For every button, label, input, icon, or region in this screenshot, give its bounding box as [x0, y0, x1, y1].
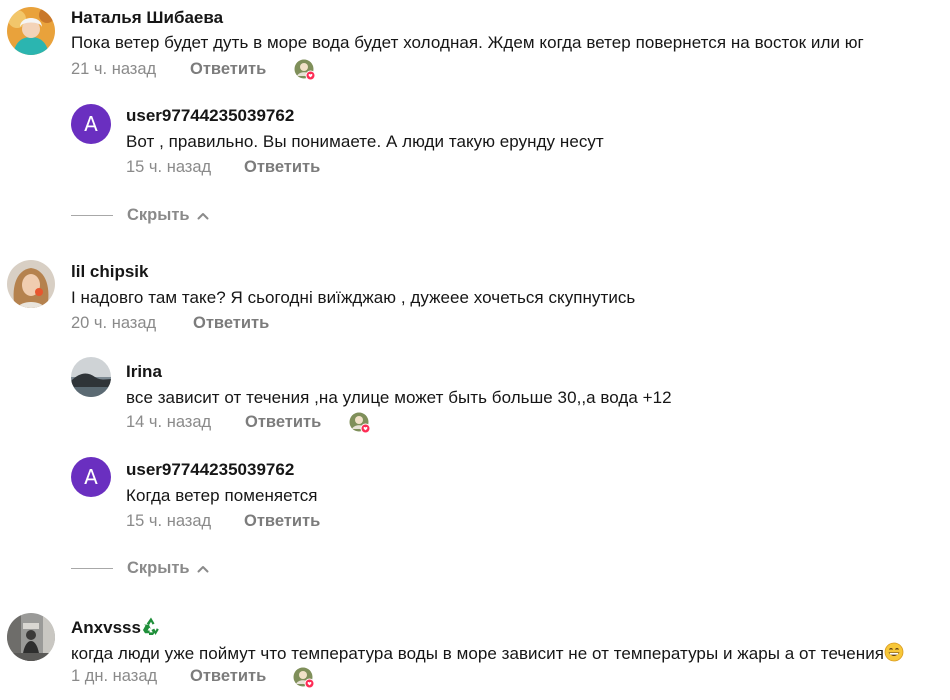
- reply-text: Вот , правильно. Вы понимаете. А люди та…: [126, 132, 604, 151]
- avatar[interactable]: [7, 7, 55, 55]
- reply-button[interactable]: Ответить: [193, 314, 269, 333]
- liked-by-author-icon: [294, 59, 316, 81]
- reply-button[interactable]: Ответить: [244, 158, 320, 177]
- avatar[interactable]: [71, 357, 111, 397]
- author-name: Anxvsss: [71, 618, 141, 637]
- recycle-emoji-icon: [142, 617, 159, 635]
- divider: [71, 568, 113, 569]
- comment-timestamp: 1 дн. назад: [71, 667, 158, 685]
- avatar-letter[interactable]: A: [71, 457, 111, 497]
- comment-author[interactable]: Anxvsss: [71, 616, 161, 638]
- comment-author[interactable]: lil chipsik: [71, 262, 148, 282]
- reply-button[interactable]: Ответить: [245, 413, 321, 432]
- reply-timestamp: 15 ч. назад: [126, 512, 212, 530]
- reply-timestamp: 15 ч. назад: [126, 158, 212, 176]
- avatar[interactable]: [7, 260, 55, 308]
- reply-text: все зависит от течения ,на улице может б…: [126, 388, 672, 407]
- reply-button[interactable]: Ответить: [190, 60, 266, 79]
- reply-author[interactable]: Irina: [126, 362, 162, 382]
- avatar-letter[interactable]: A: [71, 104, 111, 144]
- chevron-up-icon: [197, 565, 209, 572]
- chevron-up-icon: [197, 212, 209, 219]
- reply-timestamp: 14 ч. назад: [126, 413, 212, 431]
- comment-text: Пока ветер будет дуть в море вода будет …: [71, 33, 864, 52]
- reply-button[interactable]: Ответить: [190, 667, 266, 686]
- divider: [71, 215, 113, 216]
- comment-timestamp: 20 ч. назад: [71, 314, 157, 332]
- grinning-face-emoji-icon: [884, 642, 904, 662]
- reply-author[interactable]: user97744235039762: [126, 106, 294, 126]
- reply-author[interactable]: user97744235039762: [126, 460, 294, 480]
- comment-text: когда люди уже поймут что температура во…: [71, 642, 904, 664]
- hide-label: Скрыть: [127, 559, 190, 577]
- comment-timestamp: 21 ч. назад: [71, 60, 157, 78]
- liked-by-author-icon: [293, 667, 315, 689]
- comment-author[interactable]: Наталья Шибаева: [71, 8, 223, 28]
- avatar[interactable]: [7, 613, 55, 661]
- comment-text: І надовго там таке? Я сьогодні виїжджаю …: [71, 288, 636, 307]
- hide-label: Скрыть: [127, 206, 190, 224]
- comment-text-body: когда люди уже поймут что температура во…: [71, 644, 885, 663]
- hide-replies-button[interactable]: Скрыть: [71, 559, 209, 578]
- liked-by-author-icon: [349, 412, 371, 434]
- reply-button[interactable]: Ответить: [244, 512, 320, 531]
- reply-text: Когда ветер поменяется: [126, 486, 318, 505]
- hide-replies-button[interactable]: Скрыть: [71, 206, 209, 225]
